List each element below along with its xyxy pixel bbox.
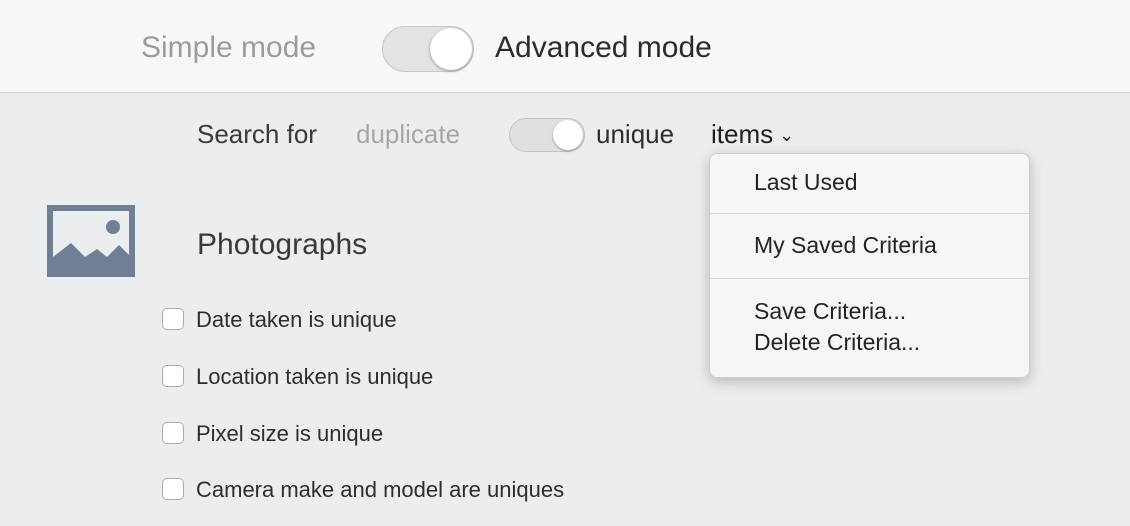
checkbox[interactable]	[162, 365, 184, 387]
option-label: Pixel size is unique	[196, 421, 384, 446]
option-label: Date taken is unique	[196, 307, 397, 332]
app-window: Simple mode Advanced mode Search for dup…	[0, 0, 1130, 526]
section-title: Photographs	[197, 228, 368, 261]
duplicate-label[interactable]: duplicate	[356, 117, 460, 151]
mode-toggle-knob	[430, 28, 472, 70]
checkbox[interactable]	[162, 478, 184, 500]
mode-bar: Simple mode Advanced mode	[0, 0, 1130, 93]
mode-toggle-switch[interactable]	[382, 26, 474, 72]
menu-item-delete-criteria[interactable]: Delete Criteria...	[754, 327, 920, 357]
menu-item-last-used[interactable]: Last Used	[754, 167, 858, 197]
menu-separator	[710, 278, 1029, 279]
criteria-dropdown-menu: Last Used My Saved Criteria Save Criteri…	[709, 153, 1030, 378]
items-dropdown-label: items	[711, 119, 774, 149]
duplicate-unique-toggle[interactable]	[509, 118, 585, 152]
option-label: Camera make and model are uniques	[196, 477, 565, 502]
items-dropdown[interactable]: items ⌄	[711, 117, 794, 152]
menu-item-save-criteria[interactable]: Save Criteria...	[754, 296, 906, 326]
duplicate-unique-knob	[553, 120, 583, 150]
unique-label[interactable]: unique	[596, 117, 674, 151]
checkbox[interactable]	[162, 308, 184, 330]
menu-separator	[710, 213, 1029, 214]
search-for-label: Search for	[197, 119, 317, 149]
advanced-mode-label[interactable]: Advanced mode	[495, 29, 712, 67]
menu-item-my-saved-criteria[interactable]: My Saved Criteria	[754, 230, 937, 260]
chevron-down-icon: ⌄	[779, 125, 795, 145]
simple-mode-label[interactable]: Simple mode	[141, 29, 316, 67]
checkbox[interactable]	[162, 422, 184, 444]
option-label: Location taken is unique	[196, 364, 434, 389]
photo-icon	[47, 205, 135, 277]
